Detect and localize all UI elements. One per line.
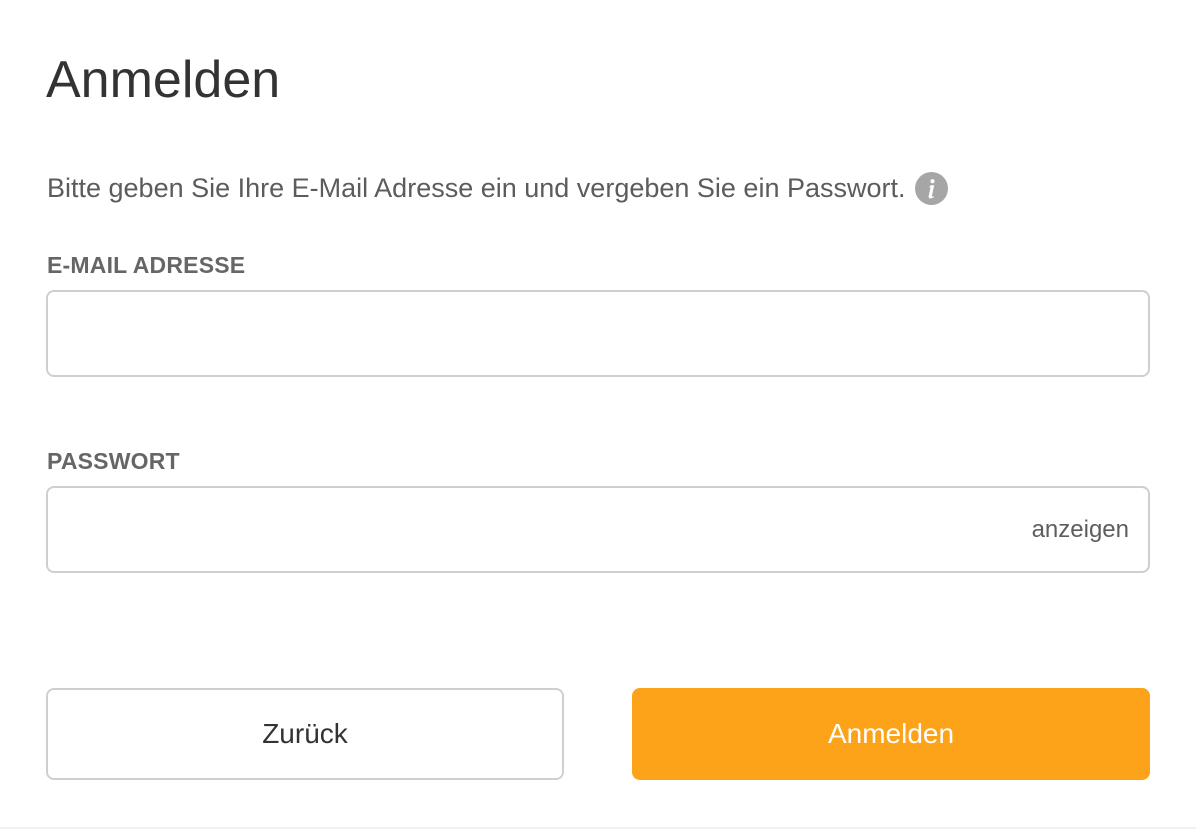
divider — [0, 827, 1196, 829]
password-field-box: anzeigen — [46, 486, 1150, 573]
email-field[interactable] — [48, 292, 1148, 375]
show-password-toggle[interactable]: anzeigen — [1032, 488, 1129, 571]
page-title: Anmelden — [46, 51, 281, 109]
password-label: PASSWORT — [47, 448, 180, 474]
info-icon-glyph — [928, 178, 935, 198]
password-field[interactable] — [48, 488, 1148, 571]
email-field-box — [46, 290, 1150, 377]
email-label: E-MAIL ADRESSE — [47, 252, 246, 278]
info-icon[interactable] — [914, 171, 948, 205]
intro-text: Bitte geben Sie Ihre E-Mail Adresse ein … — [47, 172, 906, 203]
back-button[interactable]: Zurück — [46, 688, 564, 780]
intro-row: Bitte geben Sie Ihre E-Mail Adresse ein … — [47, 168, 948, 208]
login-button[interactable]: Anmelden — [632, 688, 1150, 780]
login-page: Anmelden Bitte geben Sie Ihre E-Mail Adr… — [0, 0, 1196, 830]
